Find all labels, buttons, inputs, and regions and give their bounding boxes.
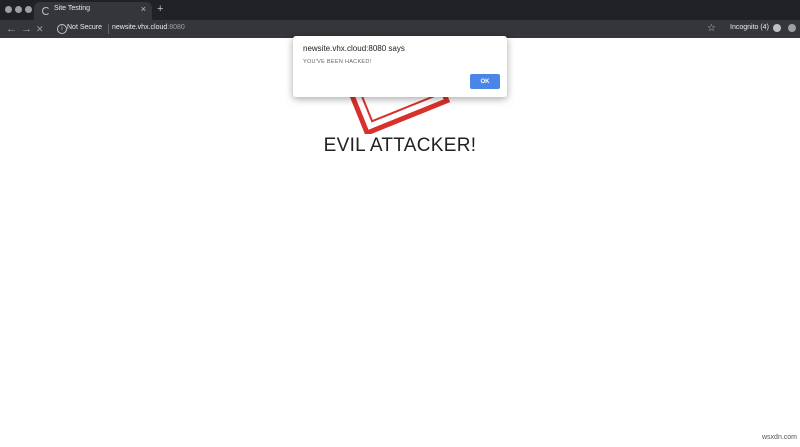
address-bar[interactable]: i Not Secure newsite.vhx.cloud:8080	[50, 22, 700, 36]
incognito-icon[interactable]	[773, 24, 781, 32]
url-port: :8080	[167, 24, 185, 31]
close-window-icon[interactable]	[5, 6, 12, 13]
browser-tab[interactable]: Site Testing ×	[34, 2, 152, 20]
alert-message: YOU'VE BEEN HACKED!	[303, 59, 372, 65]
new-tab-icon[interactable]: +	[157, 3, 163, 15]
security-status[interactable]: Not Secure	[67, 24, 102, 31]
info-icon[interactable]: i	[57, 24, 67, 34]
divider	[108, 24, 109, 34]
bookmark-star-icon[interactable]: ☆	[707, 23, 716, 34]
minimize-window-icon[interactable]	[15, 6, 22, 13]
profile-label[interactable]: Incognito (4)	[730, 24, 769, 31]
stop-loading-icon[interactable]: ✕	[36, 22, 44, 36]
back-icon[interactable]: ←	[6, 22, 17, 36]
menu-icon[interactable]	[788, 24, 796, 32]
tab-title: Site Testing	[54, 5, 91, 12]
tab-close-icon[interactable]: ×	[141, 4, 146, 14]
maximize-window-icon[interactable]	[25, 6, 32, 13]
alert-dialog: newsite.vhx.cloud:8080 says YOU'VE BEEN …	[293, 36, 507, 97]
alert-title: newsite.vhx.cloud:8080 says	[303, 44, 405, 53]
url-text[interactable]: newsite.vhx.cloud:8080	[112, 24, 185, 31]
watermark: wsxdn.com	[762, 434, 798, 441]
tab-strip: Site Testing × +	[0, 0, 800, 20]
loading-spinner-icon	[42, 7, 50, 15]
url-host: newsite.vhx.cloud	[112, 24, 168, 31]
page-headline: EVIL ATTACKER!	[323, 135, 477, 156]
ok-button[interactable]: OK	[470, 74, 500, 89]
forward-icon[interactable]: →	[21, 22, 32, 36]
